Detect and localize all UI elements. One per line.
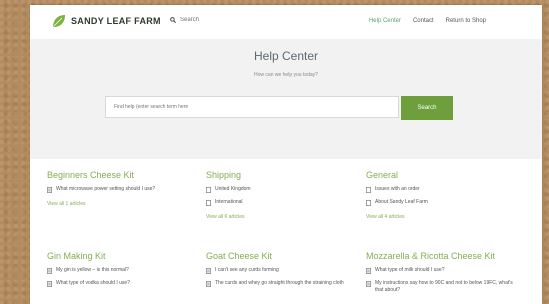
category-general: General Issues with an order About Sandy… xyxy=(366,170,506,220)
article-link[interactable]: My gin is yellow – is this normal? xyxy=(47,267,187,274)
article-link[interactable]: What type of milk should I use? xyxy=(366,267,516,274)
header-search-input[interactable] xyxy=(176,17,250,23)
article-link[interactable]: The curds and whey go straight through t… xyxy=(206,280,346,287)
article-title: My instructions say how to 90C and not t… xyxy=(375,280,513,293)
article-link[interactable]: What type of vodka should I use? xyxy=(47,280,187,287)
leaf-icon xyxy=(53,15,65,27)
view-all-link[interactable]: View all 4 articles xyxy=(366,214,506,220)
category-title[interactable]: Goat Cheese Kit xyxy=(206,251,346,261)
article-link[interactable]: My instructions say how to 90C and not t… xyxy=(366,280,516,294)
document-icon xyxy=(206,200,211,206)
page-subtitle: How can we help you today? xyxy=(254,72,318,78)
category-title[interactable]: Gin Making Kit xyxy=(47,251,187,261)
help-search-input[interactable] xyxy=(105,96,399,118)
category-title[interactable]: Mozzarella & Ricotta Cheese Kit xyxy=(366,251,516,261)
category-title[interactable]: Shipping xyxy=(206,170,346,180)
nav-help-center[interactable]: Help Center xyxy=(369,18,401,24)
article-title: My gin is yellow – is this normal? xyxy=(56,267,129,273)
article-title: What type of milk should I use? xyxy=(375,267,445,273)
article-title: What type of vodka should I use? xyxy=(56,280,130,286)
article-title: I can't see any curds forming xyxy=(215,267,279,273)
document-icon xyxy=(366,200,371,206)
category-goat-cheese-kit: Goat Cheese Kit I can't see any curds fo… xyxy=(206,251,346,287)
category-mozzarella-ricotta-cheese-kit: Mozzarella & Ricotta Cheese Kit What typ… xyxy=(366,251,516,294)
category-shipping: Shipping United Kingdom International Vi… xyxy=(206,170,346,220)
document-icon xyxy=(47,187,52,193)
category-title[interactable]: Beginners Cheese Kit xyxy=(47,170,187,180)
document-icon xyxy=(206,268,211,274)
article-link[interactable]: I can't see any curds forming xyxy=(206,267,346,274)
category-title[interactable]: General xyxy=(366,170,506,180)
article-title: The curds and whey go straight through t… xyxy=(215,280,344,286)
page-title: Help Center xyxy=(253,49,319,63)
nav-contact[interactable]: Contact xyxy=(413,18,434,24)
nav-return-to-shop[interactable]: Return to Shop xyxy=(446,18,486,24)
category-gin-making-kit: Gin Making Kit My gin is yellow – is thi… xyxy=(47,251,187,287)
browser-page: SANDY LEAF FARM Help Center Contact Retu… xyxy=(30,5,542,304)
document-icon xyxy=(366,268,371,274)
article-link[interactable]: Issues with an order xyxy=(366,186,506,193)
logo-text: SANDY LEAF FARM xyxy=(71,16,161,26)
document-icon xyxy=(366,187,371,193)
article-link[interactable]: United Kingdom xyxy=(206,186,346,193)
article-link[interactable]: About Sandy Leaf Farm xyxy=(366,199,506,206)
main-nav: Help Center Contact Return to Shop xyxy=(369,18,486,24)
document-icon xyxy=(366,281,371,287)
document-icon xyxy=(206,281,211,287)
article-link[interactable]: What microwave power setting should I us… xyxy=(47,186,187,193)
article-link[interactable]: International xyxy=(206,199,346,206)
article-title: About Sandy Leaf Farm xyxy=(375,199,428,205)
help-search-button[interactable]: Search xyxy=(401,96,453,120)
document-icon xyxy=(47,281,52,287)
article-title: International xyxy=(215,199,243,205)
header-search[interactable] xyxy=(170,17,250,23)
document-icon xyxy=(206,187,211,193)
category-beginners-cheese-kit: Beginners Cheese Kit What microwave powe… xyxy=(47,170,187,207)
document-icon xyxy=(47,268,52,274)
article-title: What microwave power setting should I us… xyxy=(56,186,156,192)
view-all-link[interactable]: View all 1 articles xyxy=(47,201,187,207)
view-all-link[interactable]: View all 6 articles xyxy=(206,214,346,220)
site-header: SANDY LEAF FARM Help Center Contact Retu… xyxy=(30,5,542,39)
article-title: United Kingdom xyxy=(215,186,251,192)
article-title: Issues with an order xyxy=(375,186,420,192)
help-hero: Help Center How can we help you today? S… xyxy=(30,39,542,159)
site-logo[interactable]: SANDY LEAF FARM xyxy=(52,14,161,28)
